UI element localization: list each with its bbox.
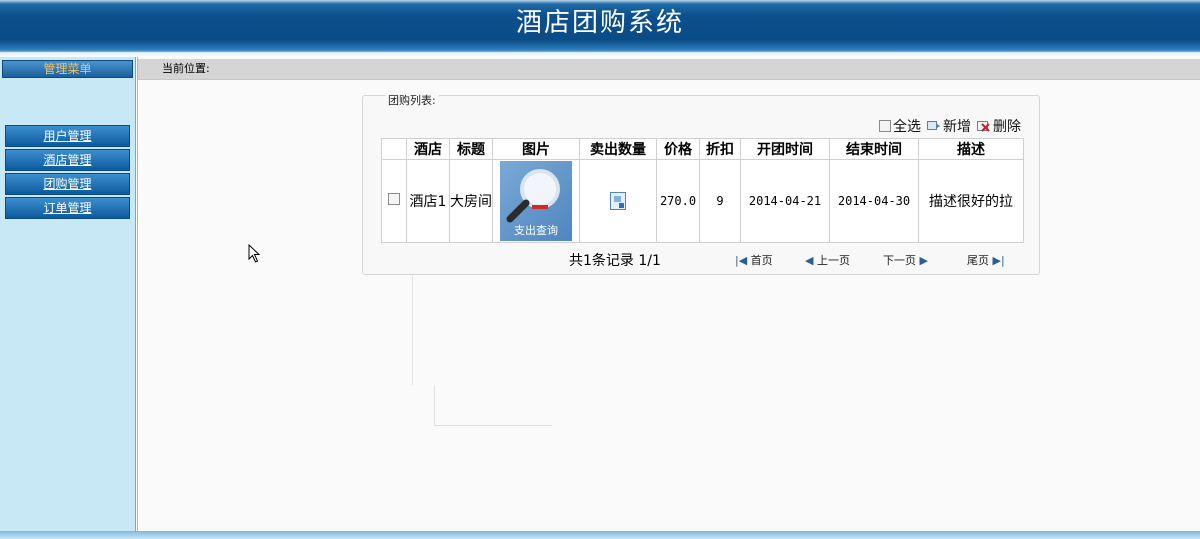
first-page-label: 首页 xyxy=(750,254,773,267)
prev-page-link[interactable]: ◀ 上一页 xyxy=(805,252,850,268)
groupbuy-table: 酒店 标题 图片 卖出数量 价格 折扣 开团时间 结束时间 描述 酒店1 大房间… xyxy=(381,138,1024,243)
sidebar-item-users[interactable]: 用户管理 xyxy=(5,125,130,147)
pagination: 共1条记录 1/1 |◀ 首页 ◀ 上一页 下一页 ▶ 尾页 ▶| xyxy=(363,246,1039,269)
cell-title: 大房间 xyxy=(449,159,493,243)
sidebar-item-orders[interactable]: 订单管理 xyxy=(5,197,130,219)
add-icon xyxy=(927,121,940,130)
column-header-desc: 描述 xyxy=(918,138,1024,160)
select-all-button[interactable]: 全选 xyxy=(879,116,921,136)
column-header-select xyxy=(381,138,407,160)
last-page-label: 尾页 xyxy=(967,254,989,267)
column-header-discount: 折扣 xyxy=(699,138,741,160)
cell-description: 描述很好的拉 xyxy=(918,159,1024,243)
thumbnail-caption: 支出查询 xyxy=(514,224,558,237)
last-page-icon: ▶| xyxy=(992,254,1005,267)
cell-hotel: 酒店1 xyxy=(406,159,450,243)
table-header-row: 酒店 标题 图片 卖出数量 价格 折扣 开团时间 结束时间 描述 xyxy=(381,138,1024,160)
breadcrumb-label: 当前位置: xyxy=(162,62,210,75)
column-header-title: 标题 xyxy=(449,138,493,160)
first-page-link[interactable]: |◀ 首页 xyxy=(735,252,773,268)
cell-image: 支出查询 xyxy=(492,159,580,243)
cell-price: 270.0 xyxy=(656,159,700,243)
column-header-hotel: 酒店 xyxy=(406,138,450,160)
delete-label: 删除 xyxy=(993,119,1021,135)
sidebar-item-hotels[interactable]: 酒店管理 xyxy=(5,149,130,171)
footer-bar xyxy=(0,531,1200,539)
row-checkbox[interactable] xyxy=(388,193,400,205)
artifact-line-vertical xyxy=(412,275,413,385)
column-header-start: 开团时间 xyxy=(740,138,830,160)
mouse-cursor-icon xyxy=(248,244,261,263)
groupbuy-list-panel: 团购列表: 全选 新增 删除 酒店 标题 图片 卖出数量 价格 折扣 开团时间 … xyxy=(362,92,1040,275)
breadcrumb: 当前位置: xyxy=(138,59,1200,80)
app-header: 酒店团购系统 xyxy=(0,0,1200,52)
groupbuy-thumbnail[interactable]: 支出查询 xyxy=(500,161,572,241)
panel-legend: 团购列表: xyxy=(385,92,439,108)
select-all-checkbox-icon xyxy=(879,120,891,132)
last-page-link[interactable]: 尾页 ▶| xyxy=(967,252,1005,268)
row-select-cell xyxy=(381,159,407,243)
column-header-price: 价格 xyxy=(656,138,700,160)
column-header-image: 图片 xyxy=(492,138,580,160)
column-header-end: 结束时间 xyxy=(829,138,919,160)
column-header-sold: 卖出数量 xyxy=(579,138,657,160)
delete-icon xyxy=(977,121,990,132)
next-page-icon: ▶ xyxy=(919,254,928,267)
prev-page-label: 上一页 xyxy=(816,254,850,267)
first-page-icon: |◀ xyxy=(735,254,748,267)
app-title: 酒店团购系统 xyxy=(515,8,684,38)
next-page-link[interactable]: 下一页 ▶ xyxy=(883,252,928,268)
cell-sold xyxy=(579,159,657,243)
select-all-label: 全选 xyxy=(893,119,921,135)
cell-end-date: 2014-04-30 xyxy=(829,159,919,243)
table-row: 酒店1 大房间 支出查询 270.0 9 2014-04-21 2014-04-… xyxy=(381,159,1024,243)
cell-start-date: 2014-04-21 xyxy=(740,159,830,243)
artifact-line-vertical-2 xyxy=(434,385,435,425)
cell-discount: 9 xyxy=(699,159,741,243)
add-button[interactable]: 新增 xyxy=(927,116,971,136)
broken-image-icon xyxy=(610,192,626,210)
add-label: 新增 xyxy=(943,119,971,135)
sidebar: 管理菜单 用户管理 酒店管理 团购管理 订单管理 xyxy=(0,57,136,531)
main-content: 当前位置: 团购列表: 全选 新增 删除 酒店 标题 图片 卖出数量 价格 折扣… xyxy=(137,57,1200,531)
next-page-label: 下一页 xyxy=(883,254,916,267)
sidebar-item-groupbuy[interactable]: 团购管理 xyxy=(5,173,130,195)
list-toolbar: 全选 新增 删除 xyxy=(879,116,1021,136)
prev-page-icon: ◀ xyxy=(805,254,814,267)
delete-button[interactable]: 删除 xyxy=(977,116,1021,136)
artifact-line-horizontal xyxy=(434,425,552,426)
sidebar-title: 管理菜单 xyxy=(2,60,133,78)
record-summary: 共1条记录 1/1 xyxy=(569,253,661,269)
